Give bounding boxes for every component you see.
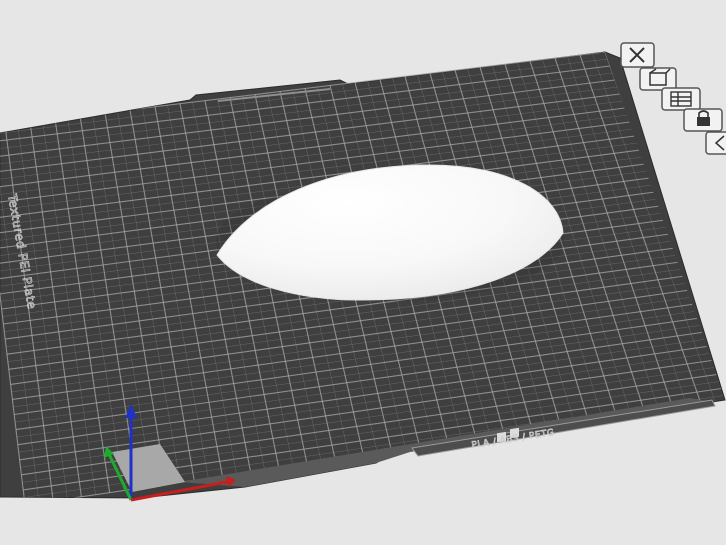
arrange-button[interactable] xyxy=(661,87,701,111)
orient-button[interactable] xyxy=(639,67,677,91)
lock-button[interactable] xyxy=(683,108,723,132)
close-button[interactable] xyxy=(620,42,655,68)
3d-viewport[interactable]: Textured PEI Plate PLA / ABS / PETG xyxy=(0,0,726,545)
settings-button[interactable] xyxy=(705,131,726,155)
